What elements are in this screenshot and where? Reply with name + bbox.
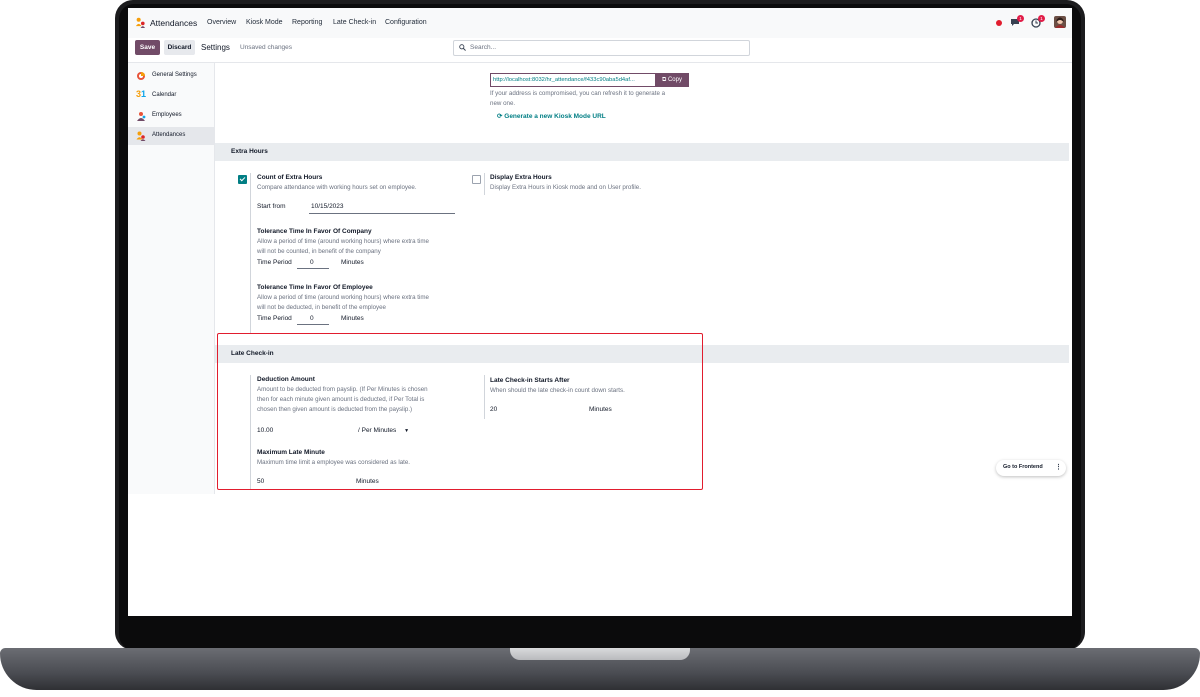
- section-title: Extra Hours: [231, 148, 268, 155]
- more-options-icon[interactable]: ⋮: [1055, 463, 1062, 471]
- go-to-frontend-label: Go to Frontend: [1003, 464, 1043, 470]
- save-button[interactable]: Save: [135, 40, 160, 55]
- control-panel: Save Discard Settings Unsaved changes Se…: [128, 38, 1072, 63]
- sidebar-item-employees[interactable]: Employees: [128, 107, 214, 125]
- tolerance-company-period-input[interactable]: 0: [310, 259, 314, 266]
- start-from-underline: [309, 213, 455, 214]
- display-extra-hours-desc: Display Extra Hours in Kiosk mode and on…: [490, 184, 641, 191]
- menu-late-check-in[interactable]: Late Check-in: [333, 19, 376, 26]
- period-underline: [297, 268, 329, 269]
- section-extra-hours: Extra Hours: [215, 143, 1069, 161]
- generate-link-label: Generate a new Kiosk Mode URL: [504, 113, 606, 120]
- breadcrumb: Settings: [201, 43, 230, 52]
- period-underline: [297, 324, 329, 325]
- sidebar-item-label: General Settings: [152, 72, 197, 78]
- copy-button[interactable]: ⧉ Copy: [655, 73, 689, 87]
- display-extra-hours-checkbox[interactable]: [472, 175, 481, 184]
- employees-icon: [137, 112, 146, 121]
- tolerance-employee-desc2: will not be deducted, in benefit of the …: [257, 304, 386, 311]
- start-from-label: Start from: [257, 203, 286, 210]
- search-input[interactable]: Search...: [453, 40, 750, 56]
- tolerance-company-desc1: Allow a period of time (around working h…: [257, 238, 429, 245]
- messages-icon[interactable]: 1: [1010, 15, 1024, 27]
- sidebar-item-label: Employees: [152, 112, 182, 118]
- messages-badge: 1: [1017, 15, 1024, 22]
- calendar-icon: 31: [136, 89, 147, 99]
- tolerance-employee-title: Tolerance Time In Favor Of Employee: [257, 284, 373, 291]
- kiosk-note-line1: If your address is compromised, you can …: [490, 90, 666, 97]
- kiosk-url-field[interactable]: http://localhost:8032/hr_attendance/f433…: [490, 73, 659, 87]
- attendances-icon: [136, 131, 146, 141]
- sidebar-item-calendar[interactable]: 31 Calendar: [128, 87, 214, 105]
- tolerance-company-period-label: Time Period: [257, 259, 292, 266]
- odoo-logo-icon: [137, 72, 145, 80]
- activity-icon[interactable]: 1: [1031, 15, 1045, 28]
- tolerance-employee-desc1: Allow a period of time (around working h…: [257, 294, 429, 301]
- count-extra-hours-checkbox[interactable]: [238, 175, 247, 184]
- laptop-notch: [510, 648, 690, 660]
- top-navbar: Attendances Overview Kiosk Mode Reportin…: [128, 8, 1072, 39]
- highlight-box: [217, 333, 703, 490]
- tolerance-employee-period-label: Time Period: [257, 315, 292, 322]
- avatar-icon: [1055, 17, 1065, 28]
- count-extra-hours-title: Count of Extra Hours: [257, 174, 323, 181]
- sidebar-item-attendances[interactable]: Attendances: [128, 127, 214, 145]
- tolerance-company-unit: Minutes: [341, 259, 364, 266]
- attendances-app-icon[interactable]: [135, 17, 146, 28]
- copy-label: Copy: [667, 77, 682, 83]
- sidebar-item-label: Calendar: [152, 92, 177, 98]
- start-from-input[interactable]: 10/15/2023: [311, 203, 344, 210]
- tolerance-company-desc2: will not be counted, in benefit of the c…: [257, 248, 381, 255]
- menu-reporting[interactable]: Reporting: [292, 19, 322, 26]
- screen: Attendances Overview Kiosk Mode Reportin…: [128, 8, 1072, 616]
- settings-sidebar: General Settings 31 Calendar Employees A…: [128, 63, 215, 494]
- kiosk-note-line2: new one.: [490, 100, 516, 107]
- tolerance-employee-period-input[interactable]: 0: [310, 315, 314, 322]
- menu-overview[interactable]: Overview: [207, 19, 236, 26]
- app-title[interactable]: Attendances: [150, 18, 197, 28]
- search-placeholder: Search...: [470, 44, 497, 51]
- user-avatar[interactable]: [1054, 16, 1066, 28]
- unsaved-indicator: Unsaved changes: [240, 44, 293, 51]
- count-extra-hours-desc: Compare attendance with working hours se…: [257, 184, 417, 191]
- menu-configuration[interactable]: Configuration: [385, 19, 427, 26]
- tolerance-employee-unit: Minutes: [341, 315, 364, 322]
- tolerance-company-title: Tolerance Time In Favor Of Company: [257, 228, 372, 235]
- discard-button[interactable]: Discard: [164, 40, 195, 55]
- display-extra-hours-title: Display Extra Hours: [490, 174, 552, 181]
- activity-badge: 1: [1038, 15, 1045, 22]
- menu-kiosk-mode[interactable]: Kiosk Mode: [246, 19, 283, 26]
- setting-divider: [250, 173, 251, 333]
- generate-kiosk-url-link[interactable]: ⟳ Generate a new Kiosk Mode URL: [497, 112, 606, 120]
- search-icon: [459, 44, 466, 51]
- go-to-frontend-button[interactable]: Go to Frontend ⋮: [996, 460, 1066, 476]
- setting-divider: [484, 173, 485, 195]
- status-dot-icon[interactable]: [996, 20, 1002, 26]
- sidebar-item-general-settings[interactable]: General Settings: [128, 67, 214, 85]
- sidebar-item-label: Attendances: [152, 132, 186, 138]
